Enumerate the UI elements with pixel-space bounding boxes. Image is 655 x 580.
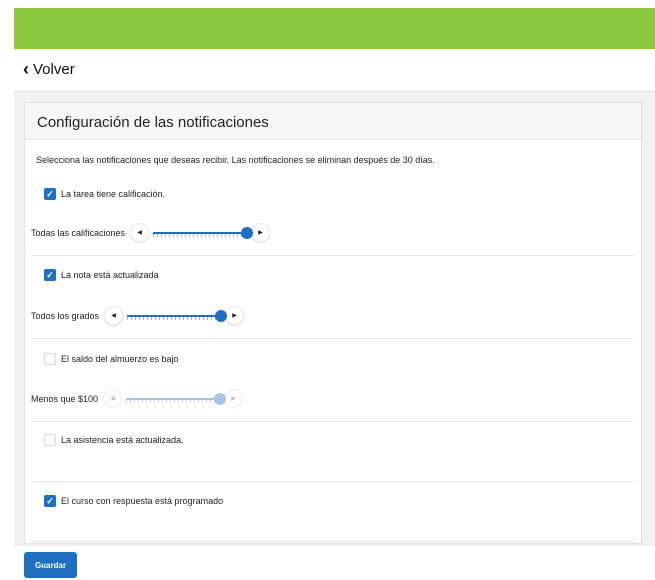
card-title: Configuración de las notificaciones — [37, 114, 269, 131]
top-app-bar — [14, 8, 655, 49]
divider — [31, 481, 635, 482]
slider-track[interactable] — [126, 392, 227, 406]
slider-label: Todas las calificaciones — [31, 227, 126, 238]
notification-settings-card: Configuración de las notificaciones Sele… — [24, 102, 642, 544]
slider-increase-button[interactable]: ▶ — [251, 223, 271, 242]
checkbox-lunch-balance[interactable] — [44, 353, 56, 365]
card-header: Configuración de las notificaciones — [25, 103, 641, 140]
slider-thumb[interactable] — [214, 392, 227, 405]
slider-row: Menos que $100 ◀ ▶ — [31, 389, 244, 408]
slider-increase-button[interactable]: ▶ — [225, 306, 245, 325]
divider — [31, 255, 635, 256]
checkbox-label: El saldo del almuerzo es bajo — [61, 354, 179, 364]
checkbox-grade-assigned[interactable]: ✓ — [44, 188, 56, 200]
divider — [31, 421, 635, 422]
slider-decrease-button[interactable]: ◀ — [103, 389, 123, 408]
slider-ticks — [127, 316, 222, 320]
slider-row: Todas las calificaciones ◀ ▶ — [31, 223, 271, 242]
checkbox-attendance-updated[interactable] — [44, 434, 56, 446]
checkbox-label: La nota está actualizada — [61, 270, 159, 280]
notification-item: La asistencia está actualizada. — [44, 434, 184, 446]
slider-track[interactable] — [127, 309, 228, 323]
chevron-left-icon: ‹ — [23, 59, 29, 79]
checkbox-grade-updated[interactable]: ✓ — [44, 269, 56, 281]
slider-label: Menos que $100 — [31, 393, 99, 404]
slider-thumb[interactable] — [241, 226, 254, 239]
slider-decrease-button[interactable]: ◀ — [104, 306, 124, 325]
slider-thumb[interactable] — [215, 309, 228, 322]
slider-decrease-button[interactable]: ◀ — [130, 223, 150, 242]
checkbox-label: El curso con respuesta está programado — [61, 496, 224, 506]
divider — [31, 541, 635, 542]
slider-row: Todos los grados ◀ ▶ — [31, 306, 245, 325]
slider-label: Todos los grados — [31, 310, 100, 321]
slider-ticks — [153, 233, 248, 237]
back-label: Volver — [33, 61, 75, 78]
divider — [31, 338, 635, 339]
intro-text: Selecciona las notificaciones que deseas… — [36, 155, 435, 165]
slider-ticks — [126, 399, 221, 403]
slider-increase-button[interactable]: ▶ — [224, 389, 244, 408]
checkbox-label: La tarea tiene calificación. — [61, 189, 166, 199]
slider-track[interactable] — [153, 226, 254, 240]
checkbox-label: La asistencia está actualizada. — [61, 435, 184, 445]
save-button[interactable]: Guardar — [24, 552, 77, 578]
back-link[interactable]: ‹ Volver — [23, 59, 75, 79]
notification-item: ✓ El curso con respuesta está programado — [44, 495, 223, 507]
navigation-bar: ‹ Volver — [14, 49, 655, 92]
checkbox-course-scheduled[interactable]: ✓ — [44, 495, 56, 507]
